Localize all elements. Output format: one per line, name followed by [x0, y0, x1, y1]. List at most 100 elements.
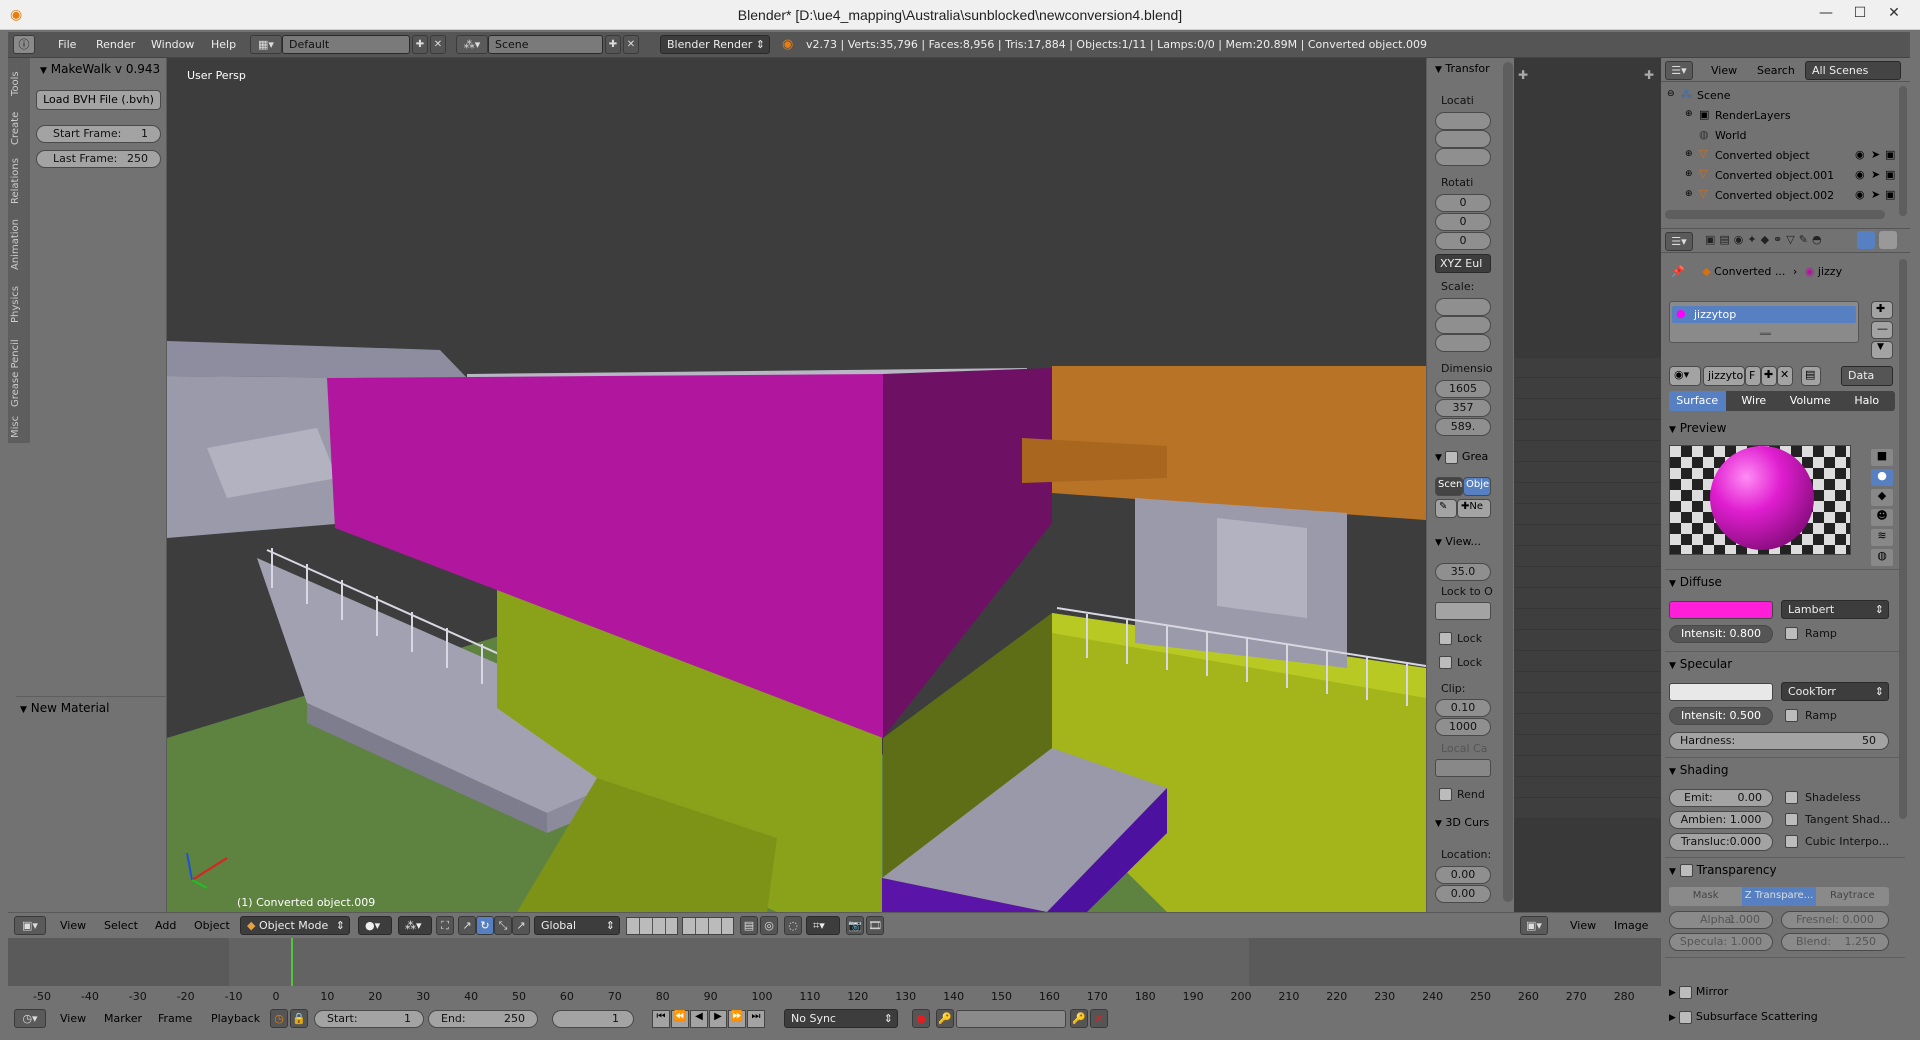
- preview-flat-icon[interactable]: ■: [1871, 449, 1893, 466]
- image-editor[interactable]: ✚ ✚: [1514, 58, 1661, 912]
- material-slot-active[interactable]: ● jizzytop: [1672, 306, 1856, 323]
- opengl-anim-icon[interactable]: 🎞: [866, 916, 884, 935]
- outliner-item-scene[interactable]: ⊖ ⁂ Scene: [1661, 86, 1897, 106]
- cubic-interpolation-checkbox[interactable]: [1785, 835, 1798, 848]
- menu-object[interactable]: Object: [194, 919, 230, 932]
- load-bvh-button[interactable]: Load BVH File (.bvh): [36, 90, 161, 110]
- current-frame-field[interactable]: 1: [552, 1010, 634, 1028]
- preview-panel-header[interactable]: ▼ Preview: [1669, 421, 1726, 435]
- 3d-cursor-panel-header[interactable]: ▼ 3D Curs: [1435, 816, 1489, 829]
- clip-end-field[interactable]: 1000: [1435, 718, 1491, 736]
- render-border-checkbox[interactable]: [1439, 788, 1452, 801]
- rotation-x-field[interactable]: 0: [1435, 194, 1491, 212]
- tab-tools[interactable]: Tools: [10, 66, 28, 102]
- transform-panel-header[interactable]: ▼ Transfor: [1435, 62, 1490, 75]
- delete-keyframe-icon[interactable]: ✕: [1090, 1009, 1108, 1028]
- scene-icon[interactable]: ⁂▾: [456, 35, 488, 54]
- layer-buttons-1[interactable]: [626, 917, 678, 935]
- blend-field[interactable]: Blend: 1.250: [1781, 933, 1889, 951]
- image-editor-type-icon[interactable]: ▣▾: [1520, 916, 1548, 935]
- orientation-select[interactable]: Global ⇕: [534, 916, 620, 935]
- diffuse-ramp-checkbox[interactable]: [1785, 627, 1798, 640]
- image-menu-view[interactable]: View: [1570, 919, 1596, 932]
- tab-volume[interactable]: Volume: [1782, 391, 1839, 411]
- preview-sphere-icon[interactable]: ●: [1871, 469, 1893, 486]
- browse-material-icon[interactable]: ◉▾: [1669, 366, 1701, 386]
- shadeless-checkbox[interactable]: [1785, 791, 1798, 804]
- outliner-item-converted-object-001[interactable]: ⊕ ▽ Converted object.001 ◉ ➤ ▣: [1661, 166, 1897, 186]
- tab-animation[interactable]: Animation: [10, 214, 28, 276]
- manipulator-extra-icon[interactable]: ↗: [512, 916, 530, 935]
- shading-panel-header[interactable]: ▼ Shading: [1669, 763, 1729, 777]
- tab-relations[interactable]: Relations: [10, 154, 28, 208]
- outliner-filter-select[interactable]: All Scenes: [1805, 61, 1901, 80]
- specular-intensity-field[interactable]: Intensit: 0.500: [1669, 707, 1773, 725]
- outliner-menu-search[interactable]: Search: [1757, 64, 1795, 77]
- minimize-icon[interactable]: —: [1812, 2, 1840, 26]
- tab-z-transparency[interactable]: Z Transpare...: [1742, 887, 1816, 906]
- new-material-icon[interactable]: ✚: [1761, 366, 1777, 386]
- lock-object-field[interactable]: [1435, 602, 1491, 620]
- specular-panel-header[interactable]: ▼ Specular: [1669, 657, 1732, 671]
- material-slot-list[interactable]: ● jizzytop ══: [1669, 301, 1859, 343]
- scene-field[interactable]: Scene: [488, 35, 603, 54]
- menu-file[interactable]: File: [58, 38, 76, 51]
- outliner-vscrollbar[interactable]: [1899, 86, 1907, 216]
- outliner-editor-icon[interactable]: ☰▾: [1665, 61, 1693, 80]
- tangent-shading-checkbox[interactable]: [1785, 813, 1798, 826]
- menu-help[interactable]: Help: [211, 38, 236, 51]
- timeline-menu-frame[interactable]: Frame: [158, 1012, 192, 1025]
- menu-add[interactable]: Add: [155, 919, 176, 932]
- mirror-checkbox[interactable]: [1679, 985, 1693, 999]
- menu-render[interactable]: Render: [96, 38, 135, 51]
- scene-button[interactable]: Scen: [1435, 477, 1463, 496]
- area-split-icon[interactable]: ✚: [1518, 68, 1528, 82]
- timeline-menu-view[interactable]: View: [60, 1012, 86, 1025]
- operator-panel-header[interactable]: ▼ New Material: [20, 701, 110, 715]
- material-name-field[interactable]: jizzyto: [1703, 366, 1745, 386]
- object-button[interactable]: Obje: [1463, 477, 1491, 496]
- alpha-field[interactable]: Alpha: 1.000: [1669, 911, 1773, 929]
- grease-checkbox[interactable]: [1445, 450, 1459, 464]
- shading-select[interactable]: ●▾: [358, 916, 392, 935]
- outliner-item-converted-object-002[interactable]: ⊕ ▽ Converted object.002 ◉ ➤ ▣: [1661, 186, 1897, 206]
- makewalk-panel-header[interactable]: ▼ MakeWalk v 0.943: [40, 62, 160, 76]
- clip-start-field[interactable]: 0.10: [1435, 699, 1491, 717]
- mirror-panel-header[interactable]: ▶ Mirror: [1669, 985, 1728, 999]
- add-slot-icon[interactable]: ✚: [1871, 301, 1893, 319]
- properties-editor-icon[interactable]: ☰▾: [1665, 232, 1693, 251]
- rotation-z-field[interactable]: 0: [1435, 232, 1491, 250]
- outliner-item-renderlayers[interactable]: ⊕ ▣ RenderLayers: [1661, 106, 1897, 126]
- info-editor-type-icon[interactable]: ⓘ: [13, 35, 35, 54]
- pencil-icon[interactable]: ✎: [1435, 499, 1457, 518]
- view-panel-header[interactable]: ▼ View...: [1435, 535, 1481, 548]
- outliner-item-converted-object[interactable]: ⊕ ▽ Converted object ◉ ➤ ▣: [1661, 146, 1897, 166]
- menu-view[interactable]: View: [60, 919, 86, 932]
- scale-z-field[interactable]: [1435, 334, 1491, 352]
- tab-surface[interactable]: Surface: [1669, 391, 1726, 411]
- start-field[interactable]: Start: 1: [314, 1010, 424, 1028]
- expand-icon[interactable]: ⊕: [1685, 149, 1693, 159]
- render-engine-select[interactable]: Blender Render ⇕: [660, 35, 770, 54]
- close-icon[interactable]: ✕: [1880, 2, 1908, 26]
- remove-scene-icon[interactable]: ✕: [623, 35, 639, 54]
- local-camera-field[interactable]: [1435, 759, 1491, 777]
- rotation-mode-select[interactable]: XYZ Eul: [1435, 254, 1491, 273]
- layout-grid-icon[interactable]: ▦▾: [250, 35, 282, 54]
- location-x-field[interactable]: [1435, 112, 1491, 130]
- sss-panel-header[interactable]: ▶ Subsurface Scattering: [1669, 1010, 1818, 1024]
- preview-monkey-icon[interactable]: ☻: [1871, 509, 1893, 526]
- render-camera-icon[interactable]: ▣: [1885, 188, 1895, 201]
- play-reverse-icon[interactable]: ◀: [690, 1010, 708, 1028]
- maximize-icon[interactable]: ☐: [1846, 2, 1874, 26]
- mode-select[interactable]: ◆ Object Mode ⇕: [240, 916, 350, 935]
- end-field[interactable]: End: 250: [428, 1010, 538, 1028]
- properties-scrollbar[interactable]: [1899, 259, 1907, 819]
- translate-manipulator-icon[interactable]: ↗: [458, 916, 476, 935]
- proportional-edit-icon[interactable]: ◎: [760, 916, 778, 935]
- dimension-z-field[interactable]: 589.: [1435, 418, 1491, 436]
- rotation-y-field[interactable]: 0: [1435, 213, 1491, 231]
- scale-manipulator-icon[interactable]: ⤡: [494, 916, 512, 935]
- unlink-material-icon[interactable]: ✕: [1777, 366, 1793, 386]
- transparency-checkbox[interactable]: [1679, 864, 1693, 877]
